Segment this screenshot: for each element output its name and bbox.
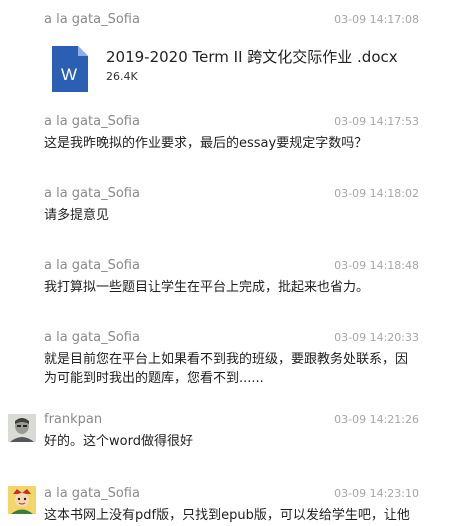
file-size: 26.4K (106, 70, 138, 83)
message-timestamp: 03-09 14:18:02 (334, 187, 419, 200)
message-text-line: 为可能到时我出的题库，您看不到...... (44, 371, 264, 386)
message-text: 好的。这个word做得很好 (44, 434, 193, 449)
message-timestamp: 03-09 14:18:48 (334, 259, 419, 272)
sender-name: a la gata_Sofia (44, 258, 140, 273)
message-text: 这是我昨晚拟的作业要求，最后的essay要规定字数吗？ (44, 136, 368, 151)
user-avatar-icon (8, 414, 36, 442)
message-timestamp: 03-09 14:17:53 (334, 115, 419, 128)
message-timestamp: 03-09 14:17:08 (334, 13, 419, 26)
message-timestamp: 03-09 14:20:33 (334, 331, 419, 344)
sender-name: a la gata_Sofia (44, 114, 140, 129)
sender-name: a la gata_Sofia (44, 486, 140, 501)
message-item: a la gata_Sofia 03-09 14:18:48 我打算拟一些题目让… (0, 258, 459, 308)
avatar[interactable] (8, 486, 36, 514)
message-item: a la gata_Sofia 03-09 14:20:33 就是目前您在平台上… (0, 330, 459, 394)
sender-name: a la gata_Sofia (44, 330, 140, 345)
avatar[interactable] (8, 414, 36, 442)
message-text: 请多提意见 (44, 208, 110, 223)
message-text: 就是目前您在平台上如果看不到我的班级，要跟教务处联系，因 为可能到时我出的题库，… (44, 350, 424, 388)
sender-name: frankpan (44, 412, 103, 427)
message-item: frankpan 03-09 14:21:26 好的。这个word做得很好 (0, 412, 459, 462)
file-attachment-card[interactable]: W 2019-2020 Term II 跨文化交际作业 .docx 26.4K (52, 32, 432, 98)
sender-name: a la gata_Sofia (44, 186, 140, 201)
word-document-icon: W (52, 46, 88, 92)
message-timestamp: 03-09 14:21:26 (334, 413, 419, 426)
message-text: 这本书网上没有pdf版，只找到epub版，可以发给学生吧，让他 (44, 508, 410, 523)
cartoon-avatar-icon (8, 486, 36, 514)
message-item: a la gata_Sofia 03-09 14:23:10 这本书网上没有pd… (0, 486, 459, 526)
svg-text:W: W (61, 65, 77, 84)
message-text-line: 就是目前您在平台上如果看不到我的班级，要跟教务处联系，因 (44, 352, 409, 367)
message-text: 我打算拟一些题目让学生在平台上完成，批起来也省力。 (44, 280, 370, 295)
message-timestamp: 03-09 14:23:10 (334, 487, 419, 500)
file-name: 2019-2020 Term II 跨文化交际作业 .docx (106, 48, 398, 66)
message-item: a la gata_Sofia 03-09 14:18:02 请多提意见 (0, 186, 459, 236)
sender-name: a la gata_Sofia (44, 12, 140, 27)
message-item: a la gata_Sofia 03-09 14:17:08 W 2019-20… (0, 12, 459, 104)
message-item: a la gata_Sofia 03-09 14:17:53 这是我昨晚拟的作业… (0, 114, 459, 164)
